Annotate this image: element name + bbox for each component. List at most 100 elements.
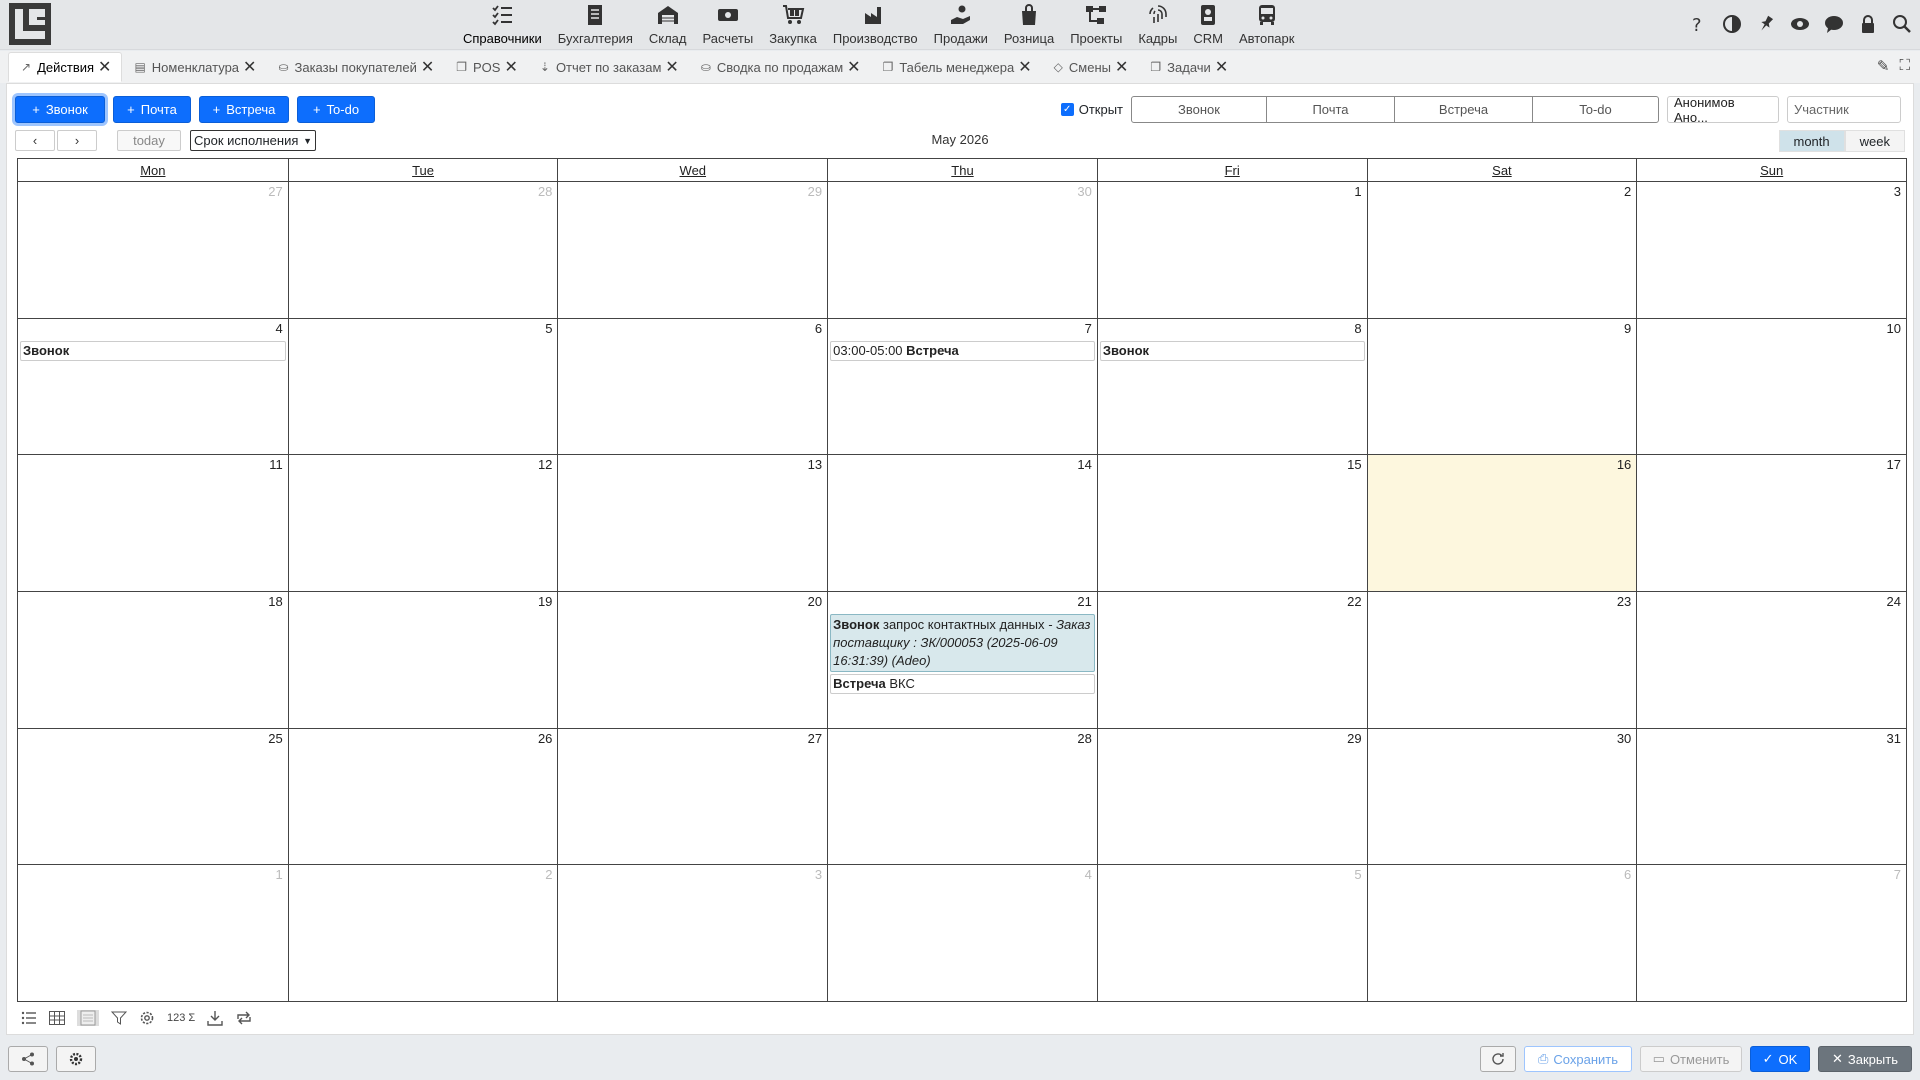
tab-close-icon[interactable]: ✕ — [98, 57, 111, 77]
add-mail-button[interactable]: + Почта — [113, 96, 191, 123]
tab-close-icon[interactable]: ✕ — [847, 57, 860, 77]
day-number[interactable]: 29 — [1100, 731, 1365, 749]
prev-month-button[interactable]: ‹ — [15, 130, 55, 151]
day-cell[interactable]: 16 — [1366, 454, 1637, 591]
nav-item-hand-coin[interactable]: Продажи — [926, 0, 996, 50]
day-number[interactable]: 13 — [560, 457, 825, 475]
nav-item-id-card[interactable]: CRM — [1185, 0, 1231, 50]
day-cell[interactable]: 11 — [18, 454, 288, 591]
view-month-button[interactable]: month — [1778, 130, 1845, 152]
weekday-header[interactable]: Tue — [287, 159, 558, 181]
download-icon[interactable] — [207, 1010, 223, 1026]
day-cell[interactable]: 21 Звонок запрос контактных данных - Зака… — [827, 591, 1097, 728]
day-cell[interactable]: 20 — [557, 591, 828, 728]
nav-item-cart[interactable]: Закупка — [761, 0, 825, 50]
day-number[interactable]: 1 — [1100, 184, 1365, 202]
tab-close-icon[interactable]: ✕ — [665, 57, 678, 77]
day-cell[interactable]: 7 — [1636, 864, 1906, 1001]
tab-1[interactable]: ▤ Номенклатура ✕ — [122, 52, 266, 82]
refresh-loop-icon[interactable] — [235, 1010, 253, 1026]
nav-item-diagram[interactable]: Проекты — [1062, 0, 1130, 50]
checkbox-checked-icon[interactable]: ✓ — [1060, 103, 1074, 116]
day-number[interactable]: 6 — [1370, 867, 1635, 885]
theme-toggle-icon[interactable] — [1720, 12, 1744, 36]
weekday-header[interactable]: Fri — [1096, 159, 1367, 181]
day-number[interactable]: 25 — [20, 731, 286, 749]
eye-icon[interactable] — [1788, 12, 1812, 36]
search-icon[interactable] — [1890, 12, 1914, 36]
calendar-event[interactable]: Звонок запрос контактных данных - Заказ … — [830, 614, 1095, 672]
tab-7[interactable]: ◇ Смены ✕ — [1042, 52, 1139, 82]
calendar-event[interactable]: Встреча ВКС — [830, 674, 1095, 694]
day-cell[interactable]: 15 — [1096, 454, 1367, 591]
day-number[interactable]: 17 — [1639, 457, 1904, 475]
refresh-button[interactable] — [1480, 1046, 1516, 1072]
day-number[interactable]: 3 — [560, 867, 825, 885]
filter-type-mail[interactable]: Почта — [1266, 97, 1394, 122]
day-number[interactable]: 14 — [830, 457, 1095, 475]
day-number[interactable]: 15 — [1100, 457, 1365, 475]
weekday-header[interactable]: Mon — [18, 159, 288, 181]
fullscreen-icon[interactable]: ⛶ — [1899, 57, 1910, 75]
close-button[interactable]: ✕ Закрыть — [1818, 1046, 1912, 1072]
participant-field[interactable]: Участник — [1787, 96, 1901, 123]
day-number[interactable]: 18 — [20, 594, 286, 612]
nav-item-fingerprint[interactable]: Кадры — [1130, 0, 1185, 50]
tab-3[interactable]: ❐ POS ✕ — [444, 52, 528, 82]
day-cell[interactable]: 25 — [18, 727, 288, 865]
day-cell[interactable]: 8 Звонок — [1096, 317, 1367, 455]
day-cell[interactable]: 10 — [1636, 317, 1906, 455]
user-field[interactable]: Анонимов Ано... — [1667, 95, 1779, 125]
day-number[interactable]: 20 — [560, 594, 825, 612]
day-number[interactable]: 1 — [20, 867, 286, 885]
day-number[interactable]: 31 — [1639, 731, 1904, 749]
day-cell[interactable]: 2 — [287, 864, 558, 1001]
nav-item-money[interactable]: Расчеты — [694, 0, 761, 50]
day-number[interactable]: 2 — [1370, 184, 1635, 202]
day-number[interactable]: 21 — [830, 594, 1095, 612]
weekday-header[interactable]: Sun — [1636, 159, 1906, 181]
grid-view-icon[interactable] — [49, 1011, 65, 1025]
next-month-button[interactable]: › — [57, 130, 97, 151]
filter-icon[interactable] — [111, 1011, 127, 1025]
day-number[interactable]: 29 — [560, 184, 825, 202]
tab-close-icon[interactable]: ✕ — [504, 57, 517, 77]
day-number[interactable]: 7 — [1639, 867, 1904, 885]
day-cell[interactable]: 30 — [1366, 727, 1637, 865]
day-number[interactable]: 27 — [560, 731, 825, 749]
day-number[interactable]: 28 — [830, 731, 1095, 749]
tab-close-icon[interactable]: ✕ — [1115, 57, 1128, 77]
day-cell[interactable]: 29 — [1096, 727, 1367, 865]
tab-6[interactable]: ❐ Табель менеджера ✕ — [871, 52, 1042, 82]
add-meeting-button[interactable]: + Встреча — [199, 96, 289, 123]
day-cell[interactable]: 12 — [287, 454, 558, 591]
tab-5[interactable]: ⛀ Сводка по продажам ✕ — [689, 52, 871, 82]
day-cell[interactable]: 26 — [287, 727, 558, 865]
calendar-event[interactable]: Звонок — [1099, 340, 1365, 361]
day-cell[interactable]: 27 — [18, 181, 288, 318]
day-cell[interactable]: 3 — [1636, 181, 1906, 318]
app-logo[interactable] — [9, 3, 51, 45]
day-number[interactable]: 2 — [291, 867, 556, 885]
day-cell[interactable]: 6 — [1366, 864, 1637, 1001]
day-number[interactable]: 22 — [1100, 594, 1365, 612]
day-number[interactable]: 4 — [20, 321, 286, 339]
view-week-button[interactable]: week — [1844, 130, 1905, 152]
day-number[interactable]: 5 — [1100, 867, 1365, 885]
day-number[interactable]: 28 — [291, 184, 556, 202]
nav-item-bus[interactable]: Автопарк — [1231, 0, 1303, 50]
calendar-event[interactable]: Звонок — [20, 340, 286, 361]
day-number[interactable]: 19 — [291, 594, 556, 612]
day-number[interactable]: 23 — [1370, 594, 1635, 612]
day-number[interactable]: 3 — [1639, 184, 1904, 202]
chat-icon[interactable] — [1822, 12, 1846, 36]
day-cell[interactable]: 2 — [1366, 181, 1637, 318]
day-number[interactable]: 27 — [20, 184, 286, 202]
settings-icon[interactable] — [139, 1010, 155, 1026]
day-number[interactable]: 30 — [1370, 731, 1635, 749]
day-cell[interactable]: 1 — [18, 864, 288, 1001]
nav-item-checklist[interactable]: Справочники — [455, 0, 550, 50]
day-number[interactable]: 7 — [830, 321, 1095, 339]
day-cell[interactable]: 5 — [287, 317, 558, 455]
filter-type-call[interactable]: Звонок — [1132, 97, 1266, 122]
